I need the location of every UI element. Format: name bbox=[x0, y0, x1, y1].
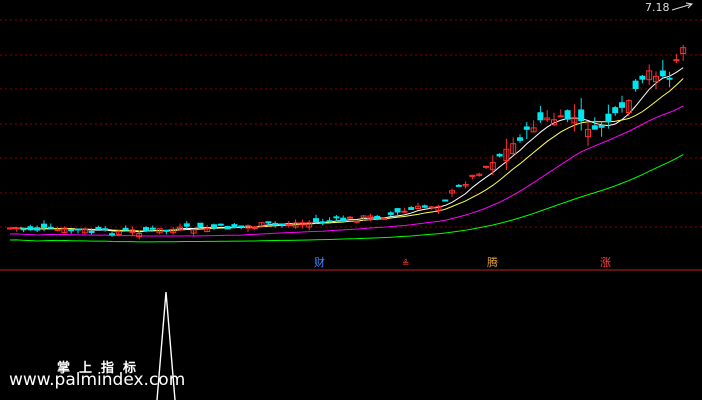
candle bbox=[612, 105, 619, 116]
candle bbox=[387, 211, 394, 217]
candle bbox=[347, 215, 353, 219]
high-price-label: 7.18 bbox=[645, 1, 670, 14]
candle bbox=[544, 110, 551, 122]
candle bbox=[340, 215, 347, 222]
candlestick-series bbox=[7, 44, 687, 240]
candle bbox=[632, 79, 639, 92]
candle bbox=[428, 205, 435, 210]
candle bbox=[666, 71, 673, 88]
signal-marker-zhang: 涨 bbox=[600, 256, 611, 269]
candle bbox=[415, 202, 421, 209]
candle bbox=[183, 221, 190, 230]
candle bbox=[231, 223, 238, 229]
candle bbox=[217, 223, 224, 227]
candle bbox=[75, 228, 81, 234]
candle bbox=[598, 121, 605, 137]
kline-chart[interactable] bbox=[0, 0, 702, 400]
candle bbox=[421, 204, 428, 209]
candle bbox=[34, 225, 41, 233]
moving-average-lines bbox=[9, 67, 684, 243]
watermark-url: www.palmindex.com bbox=[9, 370, 186, 390]
signal-marker-cai: 财 bbox=[314, 256, 325, 269]
candle bbox=[251, 225, 258, 230]
candle bbox=[442, 199, 449, 202]
candle bbox=[190, 228, 197, 237]
high-price-arrow-icon bbox=[671, 2, 694, 11]
candle bbox=[469, 174, 476, 180]
candle bbox=[122, 225, 129, 231]
moving-average-line bbox=[9, 154, 684, 243]
candle bbox=[394, 208, 401, 215]
candle bbox=[401, 207, 408, 213]
signal-marker-teng: 腾 bbox=[487, 256, 498, 269]
candle bbox=[537, 105, 544, 123]
candle bbox=[381, 217, 387, 220]
candle bbox=[496, 153, 503, 158]
candle bbox=[653, 71, 659, 90]
candle bbox=[177, 223, 183, 231]
candle bbox=[7, 227, 13, 230]
moving-average-line bbox=[9, 78, 684, 232]
candle bbox=[449, 188, 455, 197]
candle bbox=[258, 222, 265, 227]
candle bbox=[530, 120, 537, 133]
candle bbox=[20, 227, 27, 233]
moving-average-line bbox=[9, 105, 684, 237]
candle bbox=[204, 225, 211, 233]
candle bbox=[81, 227, 88, 234]
candle bbox=[47, 223, 54, 229]
candle bbox=[564, 109, 571, 123]
candle bbox=[557, 109, 564, 118]
candle bbox=[673, 53, 680, 64]
signal-marker-arrow: ≗ bbox=[402, 259, 410, 269]
candle bbox=[95, 225, 102, 230]
candle bbox=[523, 122, 530, 140]
candle bbox=[476, 172, 483, 177]
candle bbox=[245, 224, 251, 232]
candle bbox=[211, 223, 217, 230]
candle bbox=[13, 227, 20, 232]
candle bbox=[625, 99, 632, 117]
moving-average-line bbox=[9, 67, 684, 233]
candle bbox=[27, 224, 34, 231]
candle bbox=[462, 181, 469, 189]
candle bbox=[680, 44, 687, 61]
candle bbox=[659, 60, 666, 79]
candle bbox=[306, 220, 313, 231]
candle bbox=[41, 220, 47, 232]
candle bbox=[353, 220, 360, 224]
candle bbox=[585, 121, 591, 146]
candle bbox=[578, 98, 585, 131]
candle bbox=[639, 74, 646, 84]
candle bbox=[483, 165, 489, 169]
candle bbox=[517, 134, 523, 143]
candle bbox=[163, 229, 170, 235]
candle bbox=[319, 218, 326, 226]
candle bbox=[646, 64, 653, 85]
candle bbox=[408, 206, 415, 210]
candle bbox=[68, 229, 75, 234]
candle bbox=[503, 138, 510, 170]
candle bbox=[571, 104, 578, 132]
candle bbox=[510, 137, 517, 155]
candle bbox=[156, 228, 163, 235]
candle bbox=[197, 222, 204, 228]
candle bbox=[224, 225, 231, 230]
candle bbox=[619, 95, 625, 113]
candle bbox=[367, 213, 374, 222]
candle bbox=[435, 204, 442, 215]
candle bbox=[455, 184, 462, 187]
